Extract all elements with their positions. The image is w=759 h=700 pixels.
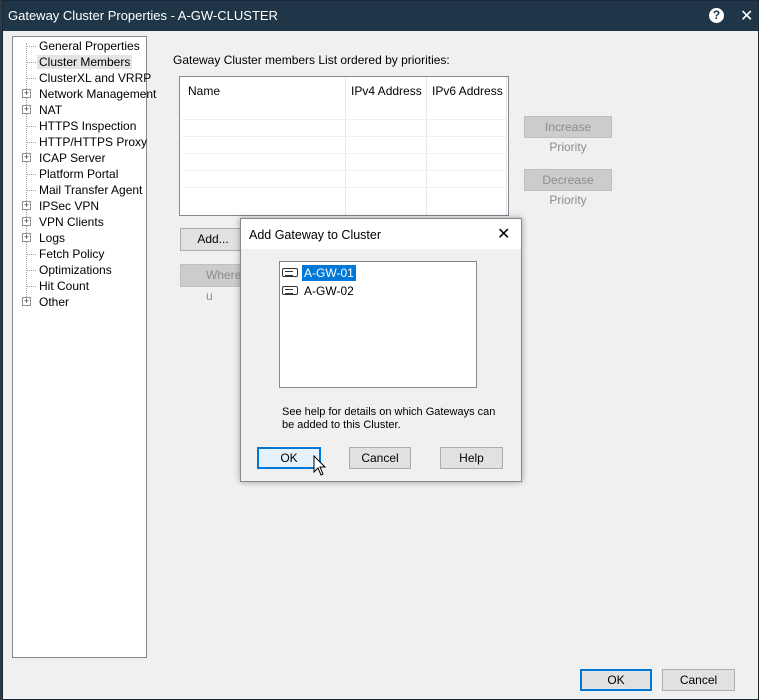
tree-connector bbox=[27, 62, 36, 63]
tree-item-label: Optimizations bbox=[39, 263, 112, 277]
tree-item-icap-server[interactable]: + ICAP Server bbox=[13, 150, 146, 166]
tree-item-ipsec-vpn[interactable]: + IPSec VPN bbox=[13, 198, 146, 214]
gateway-label: A-GW-01 bbox=[301, 264, 357, 282]
gateway-icon bbox=[282, 286, 298, 295]
column-separator[interactable] bbox=[506, 77, 507, 215]
navigation-tree[interactable]: General Properties Cluster Members Clust… bbox=[12, 36, 156, 658]
members-caption: Gateway Cluster members List ordered by … bbox=[173, 53, 450, 67]
where-used-button[interactable]: Where u bbox=[180, 264, 246, 303]
column-header-ipv6[interactable]: IPv6 Address bbox=[432, 84, 503, 98]
tree-connector bbox=[27, 46, 36, 47]
expand-icon[interactable]: + bbox=[22, 89, 31, 98]
decrease-priority-button[interactable]: Decrease Priority bbox=[524, 169, 612, 207]
gateway-list[interactable]: A-GW-01 A-GW-02 bbox=[279, 261, 477, 388]
dialog-help-button[interactable]: Help bbox=[440, 447, 503, 469]
add-button[interactable]: Add... bbox=[180, 228, 246, 251]
cancel-button[interactable]: Cancel bbox=[662, 669, 735, 691]
tree-connector bbox=[27, 78, 36, 79]
tree-connector bbox=[27, 126, 36, 127]
tree-connector bbox=[27, 254, 36, 255]
tree-item-label: Logs bbox=[39, 231, 66, 245]
tree-item-label: HTTPS Inspection bbox=[39, 119, 137, 133]
tree-item-optimizations[interactable]: Optimizations bbox=[13, 262, 146, 278]
tree-connector bbox=[27, 174, 36, 175]
members-table[interactable]: Name IPv4 Address IPv6 Address bbox=[179, 76, 509, 216]
dialog-help-note: See help for details on which Gateways c… bbox=[282, 406, 496, 431]
empty-row bbox=[182, 187, 506, 188]
tree-item-label: General Properties bbox=[39, 39, 140, 53]
tree-item-other[interactable]: + Other bbox=[13, 294, 146, 310]
dialog-ok-button[interactable]: OK bbox=[257, 447, 321, 469]
mouse-cursor-icon bbox=[313, 455, 327, 476]
dialog-title-bar: Add Gateway to Cluster ✕ bbox=[241, 219, 521, 249]
tree-item-vpn-clients[interactable]: + VPN Clients bbox=[13, 214, 146, 230]
close-icon[interactable]: ✕ bbox=[740, 6, 753, 26]
column-separator[interactable] bbox=[426, 77, 427, 215]
expand-icon[interactable]: + bbox=[22, 217, 31, 226]
column-separator[interactable] bbox=[345, 77, 346, 215]
window-title: Gateway Cluster Properties - A-GW-CLUSTE… bbox=[8, 8, 278, 23]
tree-item-label: Mail Transfer Agent bbox=[39, 183, 143, 197]
column-header-ipv4[interactable]: IPv4 Address bbox=[351, 84, 422, 98]
tree-item-label: IPSec VPN bbox=[39, 199, 100, 213]
tree-item-label: ICAP Server bbox=[39, 151, 106, 165]
tree-item-https-inspection[interactable]: HTTPS Inspection bbox=[13, 118, 146, 134]
gateway-label: A-GW-02 bbox=[304, 284, 354, 298]
add-gateway-dialog: Add Gateway to Cluster ✕ A-GW-01 A-GW-02… bbox=[240, 218, 522, 482]
empty-row bbox=[182, 136, 506, 137]
tree-item-logs[interactable]: + Logs bbox=[13, 230, 146, 246]
tree-item-label: Network Management bbox=[39, 87, 157, 101]
column-header-name[interactable]: Name bbox=[188, 84, 220, 98]
tree-item-label: HTTP/HTTPS Proxy bbox=[39, 135, 148, 149]
expand-icon[interactable]: + bbox=[22, 297, 31, 306]
tree-item-fetch-policy[interactable]: Fetch Policy bbox=[13, 246, 146, 262]
tree-item-mail-transfer-agent[interactable]: Mail Transfer Agent bbox=[13, 182, 146, 198]
ok-button[interactable]: OK bbox=[580, 669, 652, 691]
tree-item-clusterxl-vrrp[interactable]: ClusterXL and VRRP bbox=[13, 70, 151, 86]
tree-item-label: Fetch Policy bbox=[39, 247, 105, 261]
tree-item-network-management[interactable]: + Network Management bbox=[13, 86, 156, 102]
tree-item-label: ClusterXL and VRRP bbox=[39, 71, 152, 85]
tree-item-nat[interactable]: + NAT bbox=[13, 102, 146, 118]
empty-row bbox=[182, 170, 506, 171]
tree-item-label: Hit Count bbox=[39, 279, 90, 293]
tree-item-label: Other bbox=[39, 295, 70, 309]
expand-icon[interactable]: + bbox=[22, 105, 31, 114]
empty-row bbox=[182, 119, 506, 120]
dialog-cancel-button[interactable]: Cancel bbox=[349, 447, 411, 469]
increase-priority-button[interactable]: Increase Priority bbox=[524, 116, 612, 154]
tree-item-http-https-proxy[interactable]: HTTP/HTTPS Proxy bbox=[13, 134, 148, 150]
close-icon[interactable]: ✕ bbox=[497, 224, 510, 244]
tree-item-label: VPN Clients bbox=[39, 215, 104, 229]
expand-icon[interactable]: + bbox=[22, 201, 31, 210]
tree-connector bbox=[27, 286, 36, 287]
tree-item-general-properties[interactable]: General Properties bbox=[13, 38, 146, 54]
expand-icon[interactable]: + bbox=[22, 233, 31, 242]
tree-connector bbox=[27, 270, 36, 271]
tree-item-label: Platform Portal bbox=[39, 167, 119, 181]
tree-item-label: NAT bbox=[39, 103, 63, 117]
help-icon[interactable]: ? bbox=[709, 8, 724, 23]
tree-item-cluster-members[interactable]: Cluster Members bbox=[13, 54, 146, 70]
empty-row bbox=[182, 153, 506, 154]
gateway-icon bbox=[282, 268, 298, 277]
tree-item-label: Cluster Members bbox=[37, 55, 133, 69]
tree-item-hit-count[interactable]: Hit Count bbox=[13, 278, 146, 294]
tree-connector bbox=[27, 190, 36, 191]
tree-item-platform-portal[interactable]: Platform Portal bbox=[13, 166, 146, 182]
expand-icon[interactable]: + bbox=[22, 153, 31, 162]
title-bar: Gateway Cluster Properties - A-GW-CLUSTE… bbox=[3, 1, 758, 31]
dialog-title: Add Gateway to Cluster bbox=[249, 228, 382, 242]
tree-connector bbox=[27, 142, 36, 143]
